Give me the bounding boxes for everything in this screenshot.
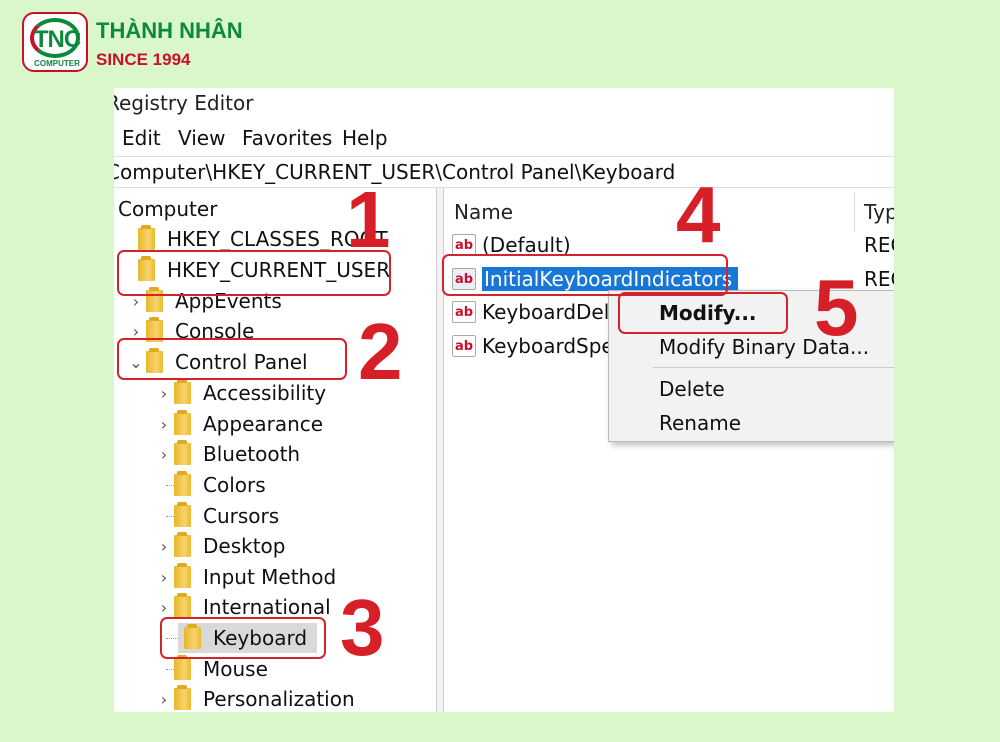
folder-icon: [174, 532, 191, 557]
folder-icon: [174, 593, 191, 618]
column-header-name[interactable]: Name: [454, 200, 513, 224]
folder-icon: [174, 440, 191, 465]
tree-node-colors[interactable]: Colors: [154, 470, 266, 500]
annotation-box-control-panel: [117, 338, 347, 380]
tree-node-cursors[interactable]: Cursors: [154, 501, 279, 531]
title-bar: Registry Editor: [114, 88, 894, 122]
tree-node-label: Personalization: [203, 687, 355, 711]
folder-icon: [174, 502, 191, 527]
brand-logo: TNC COMPUTER THÀNH NHÂN SINCE 1994: [22, 12, 262, 76]
folder-icon: [174, 379, 191, 404]
menu-help[interactable]: Help: [342, 126, 388, 150]
menu-item-rename[interactable]: Rename: [659, 411, 741, 435]
annotation-box-modify: [618, 292, 788, 334]
value-type: REG_SZ: [864, 233, 894, 257]
folder-icon: [174, 410, 191, 435]
tree-node-label: International: [203, 595, 331, 619]
window-title: Registry Editor: [114, 91, 254, 115]
tree-node-label: Accessibility: [203, 381, 327, 405]
logo-badge: TNC COMPUTER: [22, 12, 88, 72]
tree-node-desktop[interactable]: › Desktop: [154, 531, 285, 561]
column-divider[interactable]: [854, 192, 855, 232]
tree-node-input-method[interactable]: › Input Method: [154, 562, 336, 592]
menu-edit[interactable]: Edit: [122, 126, 161, 150]
brand-name: THÀNH NHÂN: [96, 18, 243, 43]
string-value-icon: ab: [452, 335, 476, 357]
chevron-right-icon[interactable]: ›: [154, 568, 174, 587]
value-type: REG_SZ: [864, 267, 894, 291]
tree-node-label: Appearance: [203, 412, 324, 436]
menu-favorites[interactable]: Favorites: [242, 126, 332, 150]
tree-node-label: Bluetooth: [203, 442, 301, 466]
tree-node-label: Cursors: [203, 504, 280, 528]
annotation-box-initial-keyboard-indicators: [442, 254, 728, 296]
address-bar[interactable]: Computer\HKEY_CURRENT_USER\Control Panel…: [114, 156, 894, 188]
annotation-number-5: 5: [814, 263, 859, 352]
menu-item-delete[interactable]: Delete: [659, 377, 725, 401]
tree-node-accessibility[interactable]: › Accessibility: [154, 378, 326, 408]
folder-icon: [138, 225, 155, 250]
tree-node-computer[interactable]: Computer: [114, 194, 217, 224]
chevron-right-icon[interactable]: ›: [154, 537, 174, 556]
tree-node-label: Input Method: [203, 565, 337, 589]
annotation-number-1: 1: [346, 175, 391, 264]
brand-since: SINCE 1994: [96, 50, 191, 69]
chevron-right-icon[interactable]: ›: [154, 598, 174, 617]
string-value-icon: ab: [452, 301, 476, 323]
tree-node-label: Mouse: [203, 657, 268, 681]
folder-icon: [174, 563, 191, 588]
chevron-right-icon[interactable]: ›: [154, 415, 174, 434]
annotation-number-3: 3: [340, 583, 385, 672]
logo-subtext: COMPUTER: [34, 59, 80, 68]
menu-view[interactable]: View: [178, 126, 225, 150]
tree-node-label: Colors: [203, 473, 266, 497]
annotation-box-keyboard: [160, 617, 326, 659]
annotation-number-4: 4: [676, 170, 721, 259]
annotation-number-2: 2: [358, 307, 403, 396]
address-path[interactable]: Computer\HKEY_CURRENT_USER\Control Panel…: [114, 160, 675, 184]
folder-icon: [174, 655, 191, 680]
tree-node-label: Desktop: [203, 534, 286, 558]
string-value-icon: ab: [452, 234, 476, 256]
menu-bar: Edit View Favorites Help: [114, 122, 894, 154]
chevron-right-icon[interactable]: ›: [154, 384, 174, 403]
tree-node-label: Computer: [118, 197, 218, 221]
folder-icon: [174, 471, 191, 496]
logo-text: TNC: [33, 26, 81, 53]
tree-node-appearance[interactable]: › Appearance: [154, 409, 323, 439]
chevron-right-icon[interactable]: ›: [154, 445, 174, 464]
menu-separator: [653, 367, 894, 368]
tree-node-bluetooth[interactable]: › Bluetooth: [154, 439, 300, 469]
tree-node-personalization[interactable]: › Personalization: [154, 684, 355, 712]
folder-icon: [174, 685, 191, 710]
column-header-type[interactable]: Type: [864, 200, 894, 224]
chevron-right-icon[interactable]: ›: [154, 690, 174, 709]
